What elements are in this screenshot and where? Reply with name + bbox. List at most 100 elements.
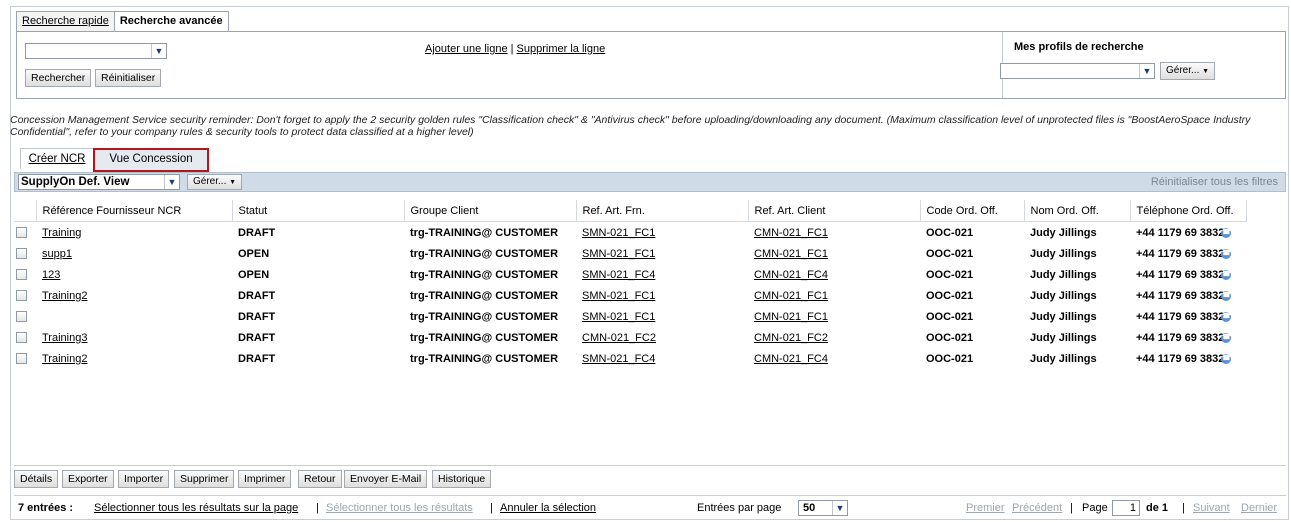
cell-art_client-text[interactable]: CMN-021_FC4 bbox=[754, 269, 828, 281]
cell-ref: Training2 bbox=[36, 285, 232, 306]
cell-groupe-text: trg-TRAINING@ CUSTOMER bbox=[410, 289, 559, 302]
phone-icon[interactable]: ☎ bbox=[1221, 227, 1232, 238]
cell-art_frn-text[interactable]: SMN-021_FC4 bbox=[582, 353, 655, 365]
page-input[interactable]: 1 bbox=[1112, 500, 1140, 516]
table-row[interactable]: Training2 DRAFT trg-TRAINING@ CUSTOMER SMN-… bbox=[14, 285, 1246, 306]
manage-profiles-button[interactable]: Gérer... ▼ bbox=[1160, 62, 1216, 80]
cell-art_frn-text[interactable]: SMN-021_FC1 bbox=[582, 227, 655, 239]
per-page-select[interactable]: 50 ▼ bbox=[798, 500, 848, 516]
row-checkbox[interactable] bbox=[16, 353, 27, 365]
cell-art_client-text[interactable]: CMN-021_FC1 bbox=[754, 290, 828, 302]
select-all-link[interactable]: Sélectionner tous les résultats bbox=[326, 502, 473, 514]
table-row[interactable]: Training DRAFT trg-TRAINING@ CUSTOMER SMN-0… bbox=[14, 222, 1246, 244]
column-header[interactable]: Ref. Art. Client bbox=[748, 200, 921, 222]
chevron-down-icon: ▼ bbox=[164, 175, 179, 189]
results-table: Référence Fournisseur NCR Statut Groupe … bbox=[14, 200, 1247, 369]
cell-art_client: CMN-021_FC2 bbox=[748, 327, 920, 348]
cell-nom-text: Judy Jillings bbox=[1030, 352, 1097, 365]
row-checkbox[interactable] bbox=[16, 311, 27, 323]
cell-ref-text[interactable]: supp1 bbox=[42, 248, 72, 260]
cell-art_client-text[interactable]: CMN-021_FC4 bbox=[754, 353, 828, 365]
cell-ref-text[interactable]: 123 bbox=[42, 269, 60, 281]
row-select-cell bbox=[14, 243, 36, 264]
action-button-1[interactable]: Exporter bbox=[62, 470, 114, 488]
profile-select[interactable]: ▼ bbox=[1000, 63, 1155, 79]
cell-art_client-text[interactable]: CMN-021_FC1 bbox=[754, 248, 828, 260]
cell-ref-text[interactable]: Training3 bbox=[42, 332, 87, 344]
view-select[interactable]: SupplyOn Def. View ▼ bbox=[18, 174, 180, 190]
phone-icon[interactable]: ☎ bbox=[1221, 311, 1232, 322]
search-button[interactable]: Rechercher bbox=[25, 69, 92, 87]
cell-art_frn-text[interactable]: SMN-021_FC4 bbox=[582, 269, 655, 281]
search-field-select[interactable]: ▼ bbox=[25, 43, 167, 59]
cell-art_client-text[interactable]: CMN-021_FC1 bbox=[754, 227, 828, 239]
phone-icon[interactable]: ☎ bbox=[1221, 248, 1232, 259]
cell-nom: Judy Jillings bbox=[1024, 348, 1130, 369]
caret-down-icon: ▼ bbox=[229, 179, 237, 186]
select-page-link[interactable]: Sélectionner tous les résultats sur la p… bbox=[94, 502, 298, 514]
cell-nom: Judy Jillings bbox=[1024, 243, 1130, 264]
tab-concession-view[interactable]: Vue Concession bbox=[93, 148, 209, 172]
column-header[interactable]: Groupe Client bbox=[404, 200, 577, 222]
cell-art_frn-text[interactable]: CMN-021_FC2 bbox=[582, 332, 656, 344]
row-checkbox[interactable] bbox=[16, 332, 27, 344]
table-row[interactable]: Training2 DRAFT trg-TRAINING@ CUSTOMER SMN-… bbox=[14, 348, 1246, 369]
cell-art_client-text[interactable]: CMN-021_FC2 bbox=[754, 332, 828, 344]
phone-icon[interactable]: ☎ bbox=[1221, 269, 1232, 280]
cell-art_frn-text[interactable]: SMN-021_FC1 bbox=[582, 248, 655, 260]
column-header[interactable]: Code Ord. Off. bbox=[920, 200, 1025, 222]
phone-icon[interactable]: ☎ bbox=[1221, 353, 1232, 364]
row-checkbox[interactable] bbox=[16, 227, 27, 239]
cell-ref: Training2 bbox=[36, 348, 232, 369]
row-checkbox[interactable] bbox=[16, 290, 27, 302]
next-page-link[interactable]: Suivant bbox=[1193, 502, 1230, 514]
cell-ref-text[interactable]: Training2 bbox=[42, 353, 87, 365]
table-row[interactable]: 123 OPEN trg-TRAINING@ CUSTOMER SMN-021_FC4… bbox=[14, 264, 1246, 285]
table-row[interactable]: Training3 DRAFT trg-TRAINING@ CUSTOMER CMN-… bbox=[14, 327, 1246, 348]
line-actions-separator: | bbox=[510, 43, 514, 55]
remove-line-link[interactable]: Supprimer la ligne bbox=[517, 43, 606, 55]
cell-art_client-text[interactable]: CMN-021_FC1 bbox=[754, 311, 828, 323]
cell-ref-text[interactable]: Training bbox=[42, 227, 81, 239]
action-button-5[interactable]: Retour bbox=[298, 470, 342, 488]
column-header[interactable]: Statut bbox=[232, 200, 405, 222]
phone-icon[interactable]: ☎ bbox=[1221, 332, 1232, 343]
tab-create-ncr-label[interactable]: Créer NCR bbox=[29, 153, 86, 165]
column-header[interactable]: Référence Fournisseur NCR bbox=[36, 200, 233, 222]
column-header[interactable]: Téléphone Ord. Off. bbox=[1130, 200, 1247, 222]
table-row[interactable]: DRAFT trg-TRAINING@ CUSTOMER SMN-021_FC1 CM… bbox=[14, 306, 1246, 327]
action-button-7[interactable]: Historique bbox=[432, 470, 492, 488]
cell-code: OOC-021 bbox=[920, 306, 1024, 327]
cell-nom-text: Judy Jillings bbox=[1030, 289, 1097, 302]
previous-page-link[interactable]: Précédent bbox=[1012, 502, 1062, 514]
first-page-link[interactable]: Premier bbox=[966, 502, 1005, 514]
row-checkbox[interactable] bbox=[16, 248, 27, 260]
column-header[interactable]: Ref. Art. Frn. bbox=[576, 200, 749, 222]
row-checkbox[interactable] bbox=[16, 269, 27, 281]
cell-art_frn-text[interactable]: SMN-021_FC1 bbox=[582, 290, 655, 302]
add-line-link[interactable]: Ajouter une ligne bbox=[425, 43, 508, 55]
phone-icon[interactable]: ☎ bbox=[1221, 290, 1232, 301]
last-page-link[interactable]: Dernier bbox=[1241, 502, 1277, 514]
reset-button[interactable]: Réinitialiser bbox=[95, 69, 162, 87]
cancel-selection-link[interactable]: Annuler la sélection bbox=[500, 502, 596, 514]
reset-filters-link[interactable]: Réinitialiser tous les filtres bbox=[1151, 176, 1278, 188]
tab-advanced-search[interactable]: Recherche avancée bbox=[113, 11, 229, 31]
action-button-6[interactable]: Envoyer E-Mail bbox=[344, 470, 428, 488]
column-header[interactable]: Nom Ord. Off. bbox=[1024, 200, 1131, 222]
tab-create-ncr[interactable]: Créer NCR bbox=[20, 148, 94, 169]
cell-ref-text[interactable]: Training2 bbox=[42, 290, 87, 302]
action-button-2[interactable]: Importer bbox=[118, 470, 170, 488]
column-header-select bbox=[14, 200, 37, 222]
action-button-0[interactable]: Détails bbox=[14, 470, 59, 488]
action-button-4[interactable]: Imprimer bbox=[238, 470, 292, 488]
tab-quick-search[interactable]: Recherche rapide bbox=[16, 11, 115, 31]
cell-art_frn-text[interactable]: SMN-021_FC1 bbox=[582, 311, 655, 323]
manage-view-button[interactable]: Gérer... ▼ bbox=[187, 174, 243, 190]
action-button-3[interactable]: Supprimer bbox=[174, 470, 235, 488]
cell-statut: DRAFT bbox=[232, 306, 404, 327]
table-row[interactable]: supp1 OPEN trg-TRAINING@ CUSTOMER SMN-021_F… bbox=[14, 243, 1246, 264]
cell-groupe-text: trg-TRAINING@ CUSTOMER bbox=[410, 310, 559, 323]
cell-art_client: CMN-021_FC4 bbox=[748, 264, 920, 285]
security-notice: Concession Management Service security r… bbox=[10, 114, 1251, 138]
